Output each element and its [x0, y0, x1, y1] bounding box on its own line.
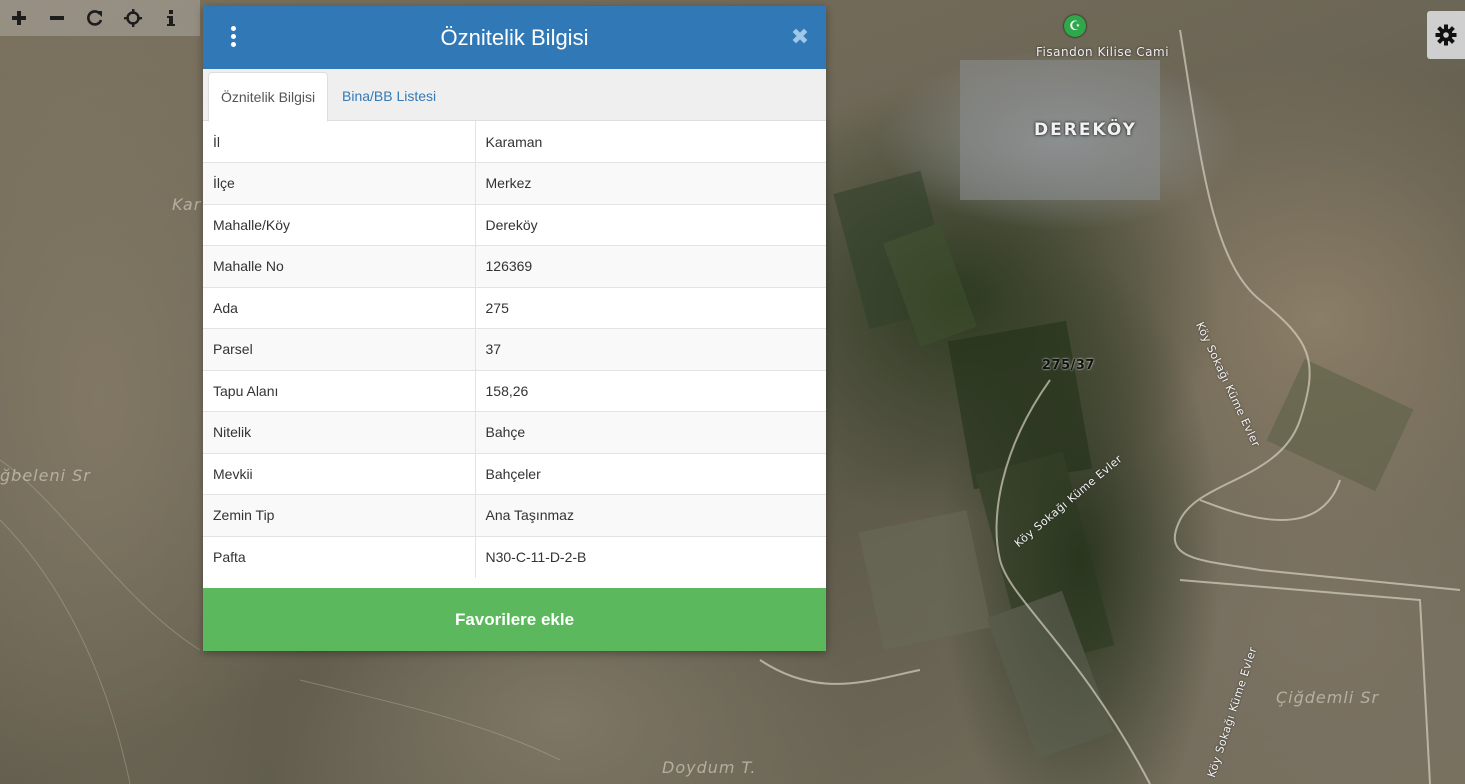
minus-icon [50, 16, 64, 20]
menu-button[interactable] [223, 23, 243, 53]
attribute-value: Karaman [485, 133, 543, 150]
tab-attributes[interactable]: Öznitelik Bilgisi [208, 72, 329, 122]
attribute-value: 126369 [475, 245, 826, 287]
attribute-key: İl [203, 121, 476, 163]
table-row: Nitelik Bahçe [203, 411, 826, 453]
area-label: Doydum T. [662, 758, 757, 777]
attribute-key: İlçe [203, 162, 476, 204]
kebab-menu-icon [230, 26, 236, 31]
table-row: Parsel 37 [203, 328, 826, 370]
attribute-dialog: Öznitelik Bilgisi ✖ Öznitelik Bilgisi Bi… [203, 6, 826, 651]
dialog-header: Öznitelik Bilgisi ✖ [203, 6, 826, 69]
attribute-key: Parsel [203, 328, 476, 370]
table-row: Mahalle/Köy Dereköy [203, 203, 826, 246]
attribute-key: Ada [203, 286, 476, 329]
table-row: Ada 275 [203, 286, 826, 329]
attribute-value: Bahçe [475, 411, 826, 453]
refresh-button[interactable] [76, 0, 114, 36]
add-favorite-button[interactable]: Favorilere ekle [203, 588, 826, 651]
area-label: Çiğdemli Sr [1276, 688, 1380, 707]
zoom-in-button[interactable] [0, 0, 38, 36]
attribute-key: Zemin Tip [203, 494, 476, 536]
table-row: İl Karaman [203, 121, 826, 163]
attribute-key: Mahalle No [203, 245, 476, 287]
attribute-value: Merkez [475, 162, 826, 204]
refresh-icon [87, 10, 103, 26]
attribute-value: 275 [475, 286, 826, 329]
settings-button[interactable] [1427, 11, 1465, 59]
close-icon: ✖ [790, 24, 810, 49]
attribute-value: N30-C-11-D-2-B [475, 535, 826, 578]
attribute-key: Pafta [203, 535, 476, 578]
table-row: Pafta N30-C-11-D-2-B [203, 535, 826, 578]
attribute-value: 37 [475, 328, 826, 370]
poi-label: Fisandon Kilise Cami [1036, 45, 1170, 59]
gear-icon [1435, 24, 1457, 46]
attribute-key: Tapu Alanı [203, 369, 476, 412]
table-row: İlçe Merkez [203, 162, 826, 204]
tab-bar: Öznitelik Bilgisi Bina/BB Listesi [203, 69, 826, 122]
locate-button[interactable] [114, 0, 152, 36]
table-row: Mevkii Bahçeler [203, 452, 826, 495]
attribute-key: Nitelik [203, 411, 476, 453]
info-icon [167, 10, 175, 26]
mosque-icon[interactable]: ☪ [1064, 15, 1086, 37]
tab-building-list[interactable]: Bina/BB Listesi [330, 72, 448, 120]
parcel-label[interactable]: 275/37 [1042, 358, 1095, 373]
close-button[interactable]: ✖ [790, 22, 810, 52]
attribute-value: Dereköy [475, 203, 826, 246]
plus-icon [12, 11, 26, 25]
attribute-table: İl Karaman İlçe Merkez Mahalle/Köy Dereköy Mah… [203, 121, 826, 578]
table-row: Zemin Tip Ana Taşınmaz [203, 494, 826, 536]
attribute-value: 158,26 [475, 369, 826, 412]
table-row: Mahalle No 126369 [203, 245, 826, 287]
attribute-value: Ana Taşınmaz [475, 494, 826, 536]
attribute-value: Bahçeler [475, 452, 826, 495]
attribute-key: Mahalle/Köy [203, 203, 476, 246]
village-label: DEREKÖY [1034, 120, 1137, 140]
map-toolbar [0, 0, 200, 36]
info-button[interactable] [152, 0, 190, 36]
table-row: Tapu Alanı 158,26 [203, 369, 826, 412]
area-label: Kar [172, 195, 202, 214]
attribute-key: Mevkii [203, 452, 476, 495]
dialog-title: Öznitelik Bilgisi [440, 24, 589, 50]
zoom-out-button[interactable] [38, 0, 76, 36]
crosshair-icon [124, 9, 142, 27]
area-label: ğbeleni Sr [0, 466, 91, 485]
